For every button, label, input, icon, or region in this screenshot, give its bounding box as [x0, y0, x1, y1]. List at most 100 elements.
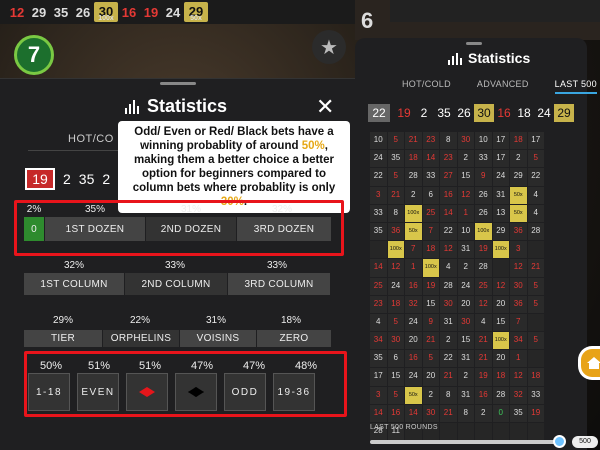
grid-cell: 21	[422, 332, 439, 350]
grid-cell: 26	[475, 186, 492, 204]
grid-cell	[457, 423, 474, 441]
grid-cell: 100x	[492, 241, 509, 259]
strip-number: 30 100x	[94, 2, 118, 22]
grid-cell: 16	[387, 404, 404, 422]
grid-cell: 100x	[387, 241, 404, 259]
grid-cell: 7	[422, 222, 439, 241]
grid-cell: 1	[405, 259, 422, 277]
right-last-result: 6	[361, 8, 374, 33]
pct-19-36: 48%	[294, 360, 318, 372]
black-button[interactable]	[175, 373, 217, 411]
bar-chart-icon	[125, 99, 139, 114]
home-button[interactable]	[578, 346, 600, 380]
recent-number: 18	[517, 106, 531, 120]
annotation-highlight: 50%	[301, 140, 325, 152]
tier-button[interactable]: TIER	[24, 330, 102, 347]
grid-cell: 18	[405, 150, 422, 168]
grid-cell: 21	[475, 350, 492, 368]
2nd-dozen-button[interactable]: 2ND DOZEN	[146, 217, 236, 241]
close-icon[interactable]: ✕	[316, 94, 334, 120]
1st-column-button[interactable]: 1ST COLUMN	[24, 273, 124, 295]
grid-cell: 16	[405, 277, 422, 295]
grid-cell: 50x	[510, 186, 527, 204]
grid-cell: 5	[527, 295, 544, 313]
grid-cell: 50x	[510, 204, 527, 222]
odd-button[interactable]: ODD	[224, 373, 266, 411]
red-diamond-icon	[139, 387, 155, 397]
grid-cell: 12	[475, 295, 492, 313]
grid-cell: 31	[440, 313, 457, 332]
pct-black: 47%	[190, 360, 214, 372]
grid-cell: 7	[405, 241, 422, 259]
grid-cell: 25	[370, 277, 387, 295]
even-bets-percentages: 50% 51% 51% 47% 47% 48%	[28, 360, 332, 372]
strip-number: 29	[31, 4, 47, 20]
grid-cell: 31	[457, 386, 474, 404]
zero-sector-button[interactable]: ZERO	[257, 330, 331, 347]
red-button[interactable]	[126, 373, 168, 411]
tab-hot-cold[interactable]: HOT/CO	[68, 133, 114, 145]
recent-number: 35	[78, 171, 95, 187]
zero-button[interactable]: 0	[24, 217, 44, 241]
grid-cell: 5	[527, 150, 544, 168]
even-button[interactable]: EVEN	[77, 373, 119, 411]
grid-cell: 5	[422, 350, 439, 368]
drag-handle[interactable]	[160, 82, 196, 85]
strip-number: 26	[75, 4, 91, 20]
grid-cell: 2	[457, 259, 474, 277]
2nd-column-button[interactable]: 2ND COLUMN	[125, 273, 227, 295]
multiplier-label: 50x	[190, 15, 202, 22]
grid-cell	[475, 423, 492, 441]
grid-cell: 24	[457, 277, 474, 295]
grid-cell: 17	[527, 132, 544, 150]
19-36-button[interactable]: 19-36	[273, 373, 315, 411]
grid-cell: 19	[475, 241, 492, 259]
grid-cell: 4	[527, 204, 544, 222]
drag-handle[interactable]	[466, 42, 482, 45]
grid-cell	[527, 350, 544, 368]
grid-cell: 21	[440, 368, 457, 386]
last-500-results-grid: 10 5 21 23 8 30 10 17 18 17 24 35 18 14 23 2 33 17 2 5 22 5 28…	[370, 132, 544, 441]
rounds-slider[interactable]	[370, 440, 558, 444]
grid-cell	[527, 313, 544, 332]
grid-cell: 31	[457, 350, 474, 368]
grid-cell	[370, 241, 387, 259]
1-18-button[interactable]: 1-18	[28, 373, 70, 411]
grid-cell: 14	[405, 404, 422, 422]
3rd-dozen-button[interactable]: 3RD DOZEN	[237, 217, 331, 241]
1st-dozen-button[interactable]: 1ST DOZEN	[45, 217, 145, 241]
grid-cell: 100x	[475, 222, 492, 241]
grid-cell: 17	[492, 150, 509, 168]
grid-cell: 10	[370, 132, 387, 150]
pct-1st-dozen: 35%	[84, 204, 105, 215]
pct-zero-sector: 18%	[280, 315, 301, 326]
grid-cell: 14	[370, 259, 387, 277]
voisins-button[interactable]: VOISINS	[180, 330, 256, 347]
grid-cell: 2	[475, 404, 492, 422]
grid-cell: 2	[510, 150, 527, 168]
pct-orphelins: 22%	[129, 315, 150, 326]
orphelins-button[interactable]: ORPHELINS	[103, 330, 179, 347]
grid-cell: 5	[527, 332, 544, 350]
grid-cell: 13	[492, 204, 509, 222]
grid-cell: 23	[370, 295, 387, 313]
grid-cell: 50x	[405, 386, 422, 404]
strip-number: 29 50x	[184, 2, 208, 22]
grid-cell: 100x	[405, 204, 422, 222]
grid-cell: 24	[405, 368, 422, 386]
tab-last-500[interactable]: LAST 500	[554, 79, 597, 94]
grid-cell: 31	[457, 241, 474, 259]
right-panel-title-text: Statistics	[468, 50, 531, 66]
tab-hot-cold[interactable]: HOT/COLD	[402, 79, 451, 94]
grid-cell: 25	[422, 204, 439, 222]
grid-cell: 5	[387, 313, 404, 332]
star-icon[interactable]: ★	[312, 30, 346, 64]
tab-advanced[interactable]: ADVANCED	[477, 79, 529, 94]
grid-cell: 50x	[405, 222, 422, 241]
grid-cell: 30	[440, 295, 457, 313]
grid-cell	[527, 241, 544, 259]
3rd-column-button[interactable]: 3RD COLUMN	[228, 273, 330, 295]
grid-cell: 24	[370, 150, 387, 168]
slider-knob[interactable]	[553, 435, 566, 448]
grid-cell: 35	[510, 404, 527, 422]
